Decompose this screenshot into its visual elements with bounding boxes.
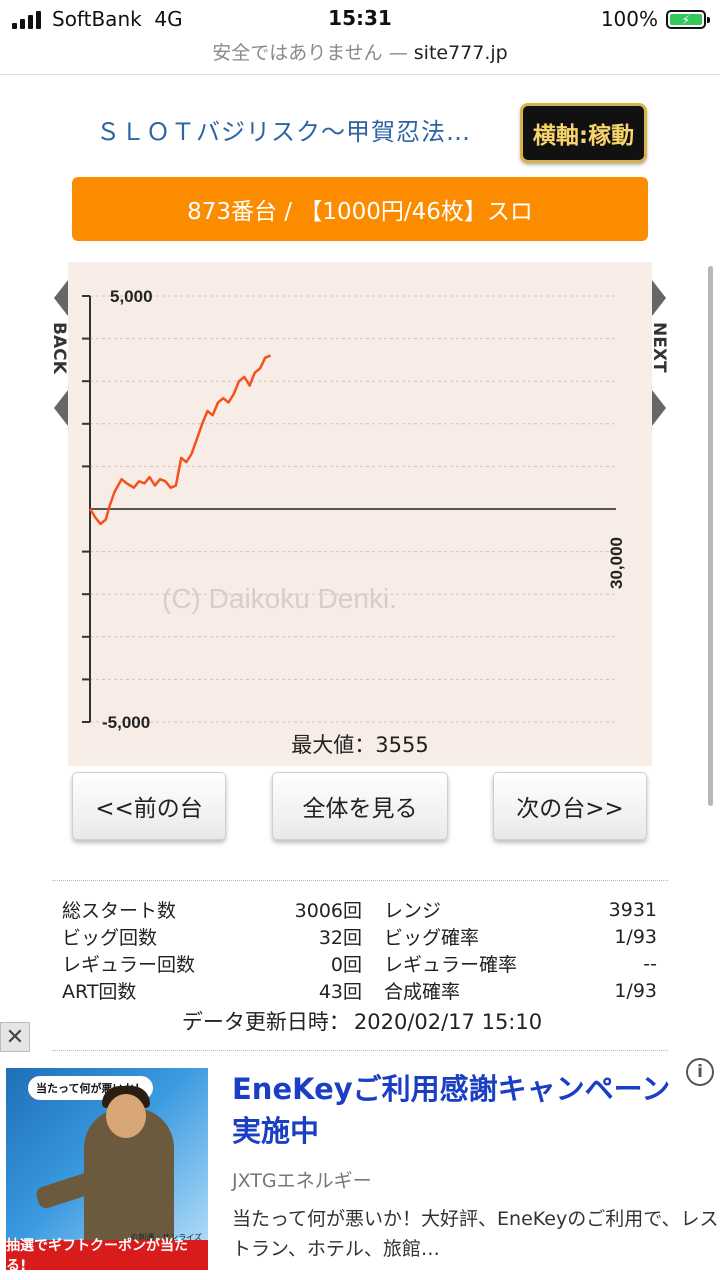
stat-label: レンジ <box>384 900 442 922</box>
back-arrow-icon <box>54 280 68 316</box>
page-title: ＳＬＯＴバジリスク〜甲賀忍法… <box>96 118 471 146</box>
watermark: (C) Daikoku Denki. <box>162 583 397 614</box>
charging-bolt-icon: ⚡ <box>681 12 691 27</box>
y-tick-label: 5,000 <box>110 287 153 306</box>
max-value-label: 最大値：3555 <box>291 733 428 757</box>
stat-value: 3006回 <box>294 900 362 922</box>
url-host: site777.jp <box>413 42 508 64</box>
stat-label: レギュラー回数 <box>62 954 196 976</box>
stat-value: 1/93 <box>614 925 657 948</box>
next-machine-button[interactable]: 次の台>> <box>493 772 647 840</box>
stat-value: 3931 <box>608 898 657 921</box>
next-nav[interactable]: NEXT <box>649 280 669 430</box>
ad-image-banner: 抽選でギフトクーポンが当たる! <box>6 1238 208 1270</box>
data-updated: データ更新日時： 2020/02/17 15:10 <box>0 1006 720 1036</box>
security-warning: 安全ではありません — <box>212 42 408 64</box>
x-tick-label: 30,000 <box>607 537 626 589</box>
updated-value: 2020/02/17 15:10 <box>353 1010 543 1034</box>
machine-info-bar: 873番台 / 【1000円/46枚】スロ <box>72 177 648 241</box>
next-label: NEXT <box>649 322 669 373</box>
view-all-button[interactable]: 全体を見る <box>272 772 448 840</box>
stat-value: -- <box>643 952 657 975</box>
ad-image[interactable]: 当たって何が悪いか！ ©創通・サンライズ 抽選でギフトクーポンが当たる! <box>6 1068 208 1270</box>
url-bar[interactable]: 安全ではありません — site777.jp <box>0 38 720 65</box>
stat-label: ビッグ確率 <box>384 927 480 949</box>
prev-machine-button[interactable]: <<前の台 <box>72 772 226 840</box>
ad-title[interactable]: EneKeyご利用感謝キャンペーン実施中 <box>232 1068 676 1152</box>
status-bar: SoftBank 4G 15:31 100% ⚡ <box>0 0 720 40</box>
stat-label: 総スタート数 <box>62 900 177 922</box>
battery-icon: ⚡ <box>666 10 710 29</box>
stats-row: レギュラー回数 0回 レギュラー確率 -- <box>62 950 662 977</box>
stat-value: 1/93 <box>614 979 657 1002</box>
ad-banner[interactable]: 当たって何が悪いか！ ©創通・サンライズ 抽選でギフトクーポンが当たる! Ene… <box>0 1056 720 1280</box>
info-icon[interactable]: i <box>686 1058 714 1086</box>
stat-value: 43回 <box>318 981 362 1003</box>
stat-label: ART回数 <box>62 981 137 1003</box>
close-icon[interactable]: ✕ <box>0 1022 30 1052</box>
updated-label: データ更新日時： <box>181 1010 350 1034</box>
scrollbar[interactable] <box>708 266 713 806</box>
next-arrow-icon <box>652 390 666 426</box>
stats-row: ビッグ回数 32回 ビッグ確率 1/93 <box>62 923 662 950</box>
stats-table: 総スタート数 3006回 レンジ 3931 ビッグ回数 32回 ビッグ確率 1/… <box>62 896 662 1004</box>
slump-chart: 5,000 -5,000 30,000 (C) Daikoku Denki. 最大値：3… <box>82 287 626 757</box>
stat-label: ビッグ回数 <box>62 927 158 949</box>
axis-toggle-button[interactable]: 横軸:稼動 <box>520 103 647 163</box>
stat-label: レギュラー確率 <box>384 954 518 976</box>
divider <box>52 1050 668 1051</box>
url-bar-divider <box>0 74 720 75</box>
ad-advertiser: JXTGエネルギー <box>232 1170 372 1192</box>
stats-row: 総スタート数 3006回 レンジ 3931 <box>62 896 662 923</box>
stats-row: ART回数 43回 合成確率 1/93 <box>62 977 662 1004</box>
back-label: BACK <box>49 322 69 374</box>
battery-percent: 100% <box>600 7 658 31</box>
ad-character-head <box>106 1094 146 1138</box>
y-tick-label: -5,000 <box>102 713 150 732</box>
back-nav[interactable]: BACK <box>49 280 69 430</box>
stat-value: 32回 <box>318 927 362 949</box>
stat-value: 0回 <box>330 954 362 976</box>
ad-description: 当たって何が悪いか！大好評、EneKeyのご利用で、レストラン、ホテル、旅館… <box>232 1208 719 1260</box>
back-arrow-icon <box>54 390 68 426</box>
divider <box>52 880 668 881</box>
slump-graph[interactable]: 5,000 -5,000 30,000 (C) Daikoku Denki. 最大値：3… <box>68 262 652 766</box>
next-arrow-icon <box>652 280 666 316</box>
stat-label: 合成確率 <box>384 981 461 1003</box>
